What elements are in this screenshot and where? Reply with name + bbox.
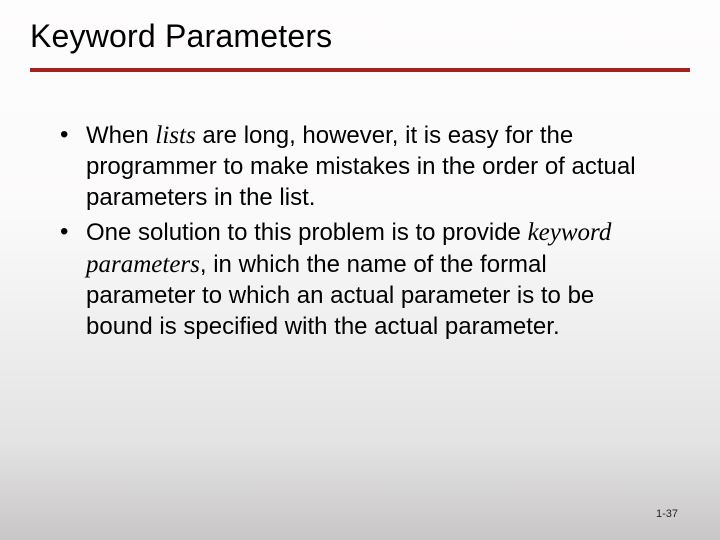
bullet-item: When lists are long, however, it is easy… bbox=[60, 120, 660, 213]
slide-body: When lists are long, however, it is easy… bbox=[60, 120, 660, 347]
slide: Keyword Parameters When lists are long, … bbox=[0, 0, 720, 540]
bullet-item: One solution to this problem is to provi… bbox=[60, 217, 660, 342]
page-number: 1-37 bbox=[656, 508, 678, 520]
title-underline bbox=[30, 68, 690, 72]
bullet-text-pre: One solution to this problem is to provi… bbox=[86, 219, 528, 246]
slide-title: Keyword Parameters bbox=[30, 18, 690, 55]
bullet-text-pre: When bbox=[86, 122, 155, 149]
bullet-term: lists bbox=[155, 122, 195, 149]
